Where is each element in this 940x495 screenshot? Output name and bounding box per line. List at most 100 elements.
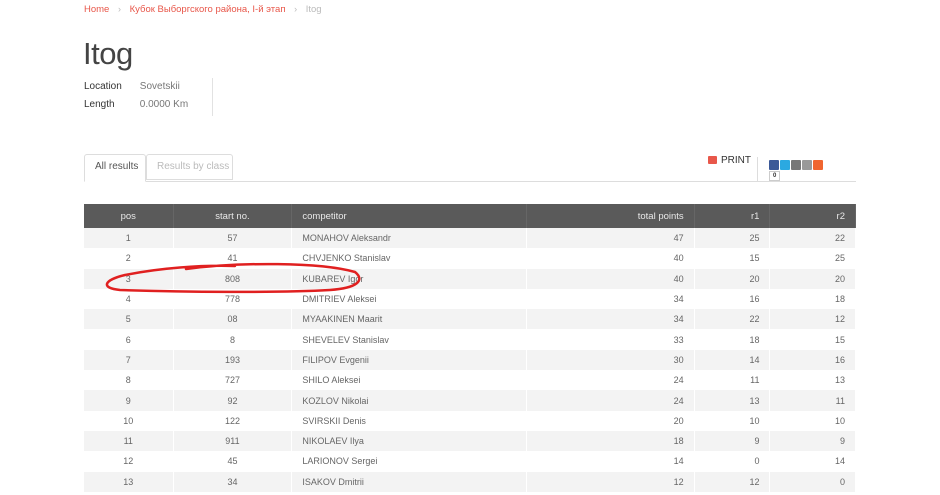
- table-row: 13 34 ISAKOV Dmitrii 12 12 0: [84, 471, 856, 492]
- printer-icon[interactable]: [802, 160, 812, 170]
- cell-r1: 15: [694, 248, 771, 269]
- table-row: 8 727 SHILO Aleksei 24 11 13: [84, 370, 856, 391]
- add-icon[interactable]: [813, 160, 823, 170]
- cell-competitor: MONAHOV Aleksandr: [291, 228, 527, 249]
- cell-r1: 12: [694, 471, 771, 492]
- twitter-icon[interactable]: [780, 160, 790, 170]
- column-header-start-no[interactable]: start no.: [173, 204, 293, 228]
- cell-r2: 0: [769, 471, 856, 492]
- tab-results-by-class[interactable]: Results by class: [146, 154, 233, 180]
- email-icon[interactable]: [791, 160, 801, 170]
- cell-pos: 13: [84, 471, 174, 492]
- column-header-total-points[interactable]: total points: [526, 204, 695, 228]
- cell-competitor: SVIRSKII Denis: [291, 410, 527, 431]
- cell-r1: 10: [694, 410, 771, 431]
- share-buttons: [769, 160, 823, 170]
- breadcrumb-separator: ›: [294, 4, 298, 14]
- cell-start: 41: [173, 248, 293, 269]
- cell-total: 40: [526, 268, 695, 289]
- cell-start: 92: [173, 390, 293, 411]
- column-header-r2[interactable]: r2: [769, 204, 856, 228]
- cell-pos: 5: [84, 309, 174, 330]
- cell-competitor: FILIPOV Evgenii: [291, 349, 527, 371]
- breadcrumb-current: Itog: [305, 4, 322, 15]
- cell-r1: 20: [694, 268, 771, 289]
- cell-total: 18: [526, 430, 695, 452]
- toolbar-divider: [757, 157, 758, 181]
- cell-r2: 22: [769, 228, 856, 249]
- cell-r2: 20: [769, 268, 856, 289]
- cell-pos: 1: [84, 228, 174, 249]
- share-count: 0: [769, 171, 781, 181]
- cell-pos: 10: [84, 410, 174, 431]
- cell-pos: 9: [84, 390, 174, 411]
- cell-competitor: SHILO Aleksei: [291, 370, 527, 391]
- length-label: Length: [84, 99, 115, 110]
- cell-competitor: SHEVELEV Stanislav: [291, 329, 527, 350]
- cell-total: 24: [526, 390, 695, 411]
- tab-all-results[interactable]: All results: [84, 154, 146, 182]
- cell-r2: 11: [769, 390, 856, 411]
- cell-start: 57: [173, 228, 293, 249]
- cell-r1: 0: [694, 451, 771, 472]
- location-value: Sovetskii: [139, 81, 180, 92]
- cell-start: 808: [173, 268, 293, 289]
- cell-start: 34: [173, 471, 293, 492]
- cell-pos: 2: [84, 248, 174, 269]
- breadcrumb: Home › Кубок Выборгского района, I-й эта…: [84, 4, 322, 15]
- table-row: 10 122 SVIRSKII Denis 20 10 10: [84, 410, 856, 431]
- cell-competitor: KOZLOV Nikolai: [291, 390, 527, 411]
- breadcrumb-separator: ›: [117, 4, 121, 14]
- cell-pos: 4: [84, 288, 174, 310]
- column-header-pos[interactable]: pos: [84, 204, 174, 228]
- cell-r1: 14: [694, 349, 771, 371]
- cell-competitor: MYAAKINEN Maarit: [291, 309, 527, 330]
- length-value: 0.0000 Km: [139, 99, 189, 110]
- cell-total: 34: [526, 288, 695, 310]
- breadcrumb-event-link[interactable]: Кубок Выборгского района, I-й этап: [130, 4, 286, 15]
- cell-pos: 8: [84, 370, 174, 391]
- cell-competitor: KUBAREV Igor: [291, 268, 527, 289]
- cell-r2: 9: [769, 430, 856, 452]
- location-label: Location: [84, 81, 122, 92]
- table-row: 11 911 NIKOLAEV Ilya 18 9 9: [84, 430, 856, 452]
- facebook-icon[interactable]: [769, 160, 779, 170]
- cell-r1: 18: [694, 329, 771, 350]
- cell-total: 30: [526, 349, 695, 371]
- table-row: 4 778 DMITRIEV Aleksei 34 16 18: [84, 288, 856, 310]
- cell-competitor: LARIONOV Sergei: [291, 451, 527, 472]
- table-header-row: pos start no. competitor total points r1…: [84, 204, 856, 228]
- cell-start: 727: [173, 370, 293, 391]
- cell-total: 24: [526, 370, 695, 391]
- cell-r1: 11: [694, 370, 771, 391]
- breadcrumb-home-link[interactable]: Home: [84, 4, 109, 15]
- table-row: 7 193 FILIPOV Evgenii 30 14 16: [84, 349, 856, 371]
- cell-pos: 7: [84, 349, 174, 371]
- print-label: PRINT: [721, 155, 751, 166]
- cell-pos: 11: [84, 430, 174, 452]
- cell-r1: 25: [694, 228, 771, 249]
- column-header-r1[interactable]: r1: [694, 204, 771, 228]
- cell-total: 47: [526, 228, 695, 249]
- cell-total: 34: [526, 309, 695, 330]
- cell-start: 45: [173, 451, 293, 472]
- cell-competitor: CHVJENKO Stanislav: [291, 248, 527, 269]
- length-row: Length 0.0000 Km: [84, 96, 188, 114]
- cell-total: 20: [526, 410, 695, 431]
- cell-start: 122: [173, 410, 293, 431]
- printer-icon: [708, 156, 717, 164]
- column-header-competitor[interactable]: competitor: [291, 204, 527, 228]
- cell-r2: 15: [769, 329, 856, 350]
- page-title: Itog: [83, 36, 133, 71]
- cell-start: 8: [173, 329, 293, 350]
- print-button[interactable]: PRINT: [708, 155, 751, 166]
- cell-pos: 3: [84, 268, 174, 289]
- cell-competitor: NIKOLAEV Ilya: [291, 430, 527, 452]
- cell-r2: 10: [769, 410, 856, 431]
- table-row: 3 808 KUBAREV Igor 40 20 20: [84, 268, 856, 289]
- race-meta: Location Sovetskii Length 0.0000 Km: [84, 78, 214, 116]
- location-row: Location Sovetskii: [84, 78, 188, 96]
- cell-pos: 6: [84, 329, 174, 350]
- table-row: 12 45 LARIONOV Sergei 14 0 14: [84, 451, 856, 472]
- cell-r2: 18: [769, 288, 856, 310]
